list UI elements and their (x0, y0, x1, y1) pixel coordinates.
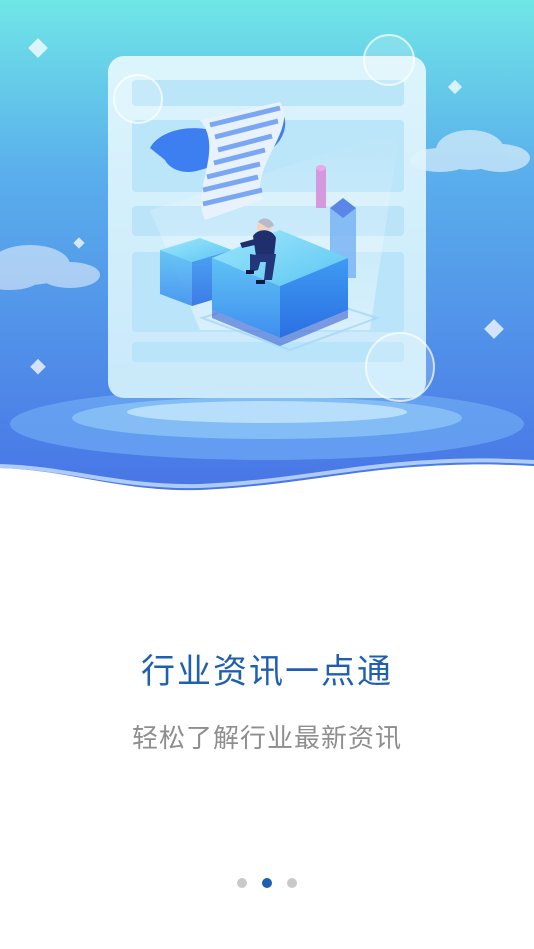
page-dot-3[interactable] (287, 877, 297, 888)
page-indicator (0, 877, 534, 888)
hero-illustration (0, 0, 534, 500)
page-dot-2-active[interactable] (262, 877, 272, 888)
onboarding-title: 行业资讯一点通 (141, 652, 393, 692)
page-dot-1[interactable] (237, 877, 247, 888)
onboarding-subtitle: 轻松了解行业最新资讯 (131, 724, 402, 754)
onboarding-screen: 行业资讯一点通 轻松了解行业最新资讯 (0, 0, 534, 949)
